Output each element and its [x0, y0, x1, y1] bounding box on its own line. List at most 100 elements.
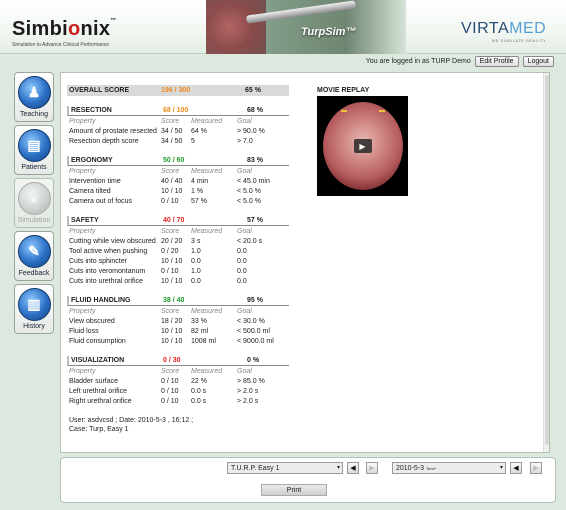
row-score: 10 / 10 [161, 257, 183, 265]
row-score: 10 / 10 [161, 187, 183, 195]
sidebar-item-patients[interactable]: ▤ Patients [14, 125, 54, 175]
scrollbar-thumb[interactable] [545, 75, 549, 445]
section-title: FLUID HANDLING [71, 297, 131, 304]
row-measured: 5 [191, 137, 195, 145]
table-row: Amount of prostate resected 34 / 50 64 % > … [67, 126, 289, 136]
sidebar-item-history[interactable]: ▥ History [14, 284, 54, 334]
row-property: Camera tilted [69, 187, 111, 195]
row-measured: 33 % [191, 317, 207, 325]
row-property: View obscured [69, 317, 115, 325]
case-next-button[interactable]: ▶ [366, 462, 378, 474]
col-measured: Measured [191, 117, 223, 125]
table-row: Cuts into veromontanum 0 / 10 1.0 0.0 [67, 266, 289, 276]
table-row: Camera out of focus 0 / 10 57 % < 5.0 % [67, 196, 289, 206]
table-row: Tool active when pushing 0 / 20 1.0 0.0 [67, 246, 289, 256]
vertical-scrollbar[interactable] [543, 73, 549, 452]
row-goal: < 20.0 s [237, 237, 263, 245]
section-title: SAFETY [71, 217, 99, 224]
row-property: Resection depth score [69, 137, 139, 145]
sidebar-item-label: Teaching [19, 111, 49, 118]
row-measured: 82 ml [191, 327, 209, 335]
column-headers: Property Score Measured Goal [67, 306, 289, 316]
score-section-safety: SAFETY 40 / 70 57 % Property Score Measured Go… [67, 216, 289, 286]
section-title: RESECTION [71, 107, 112, 114]
row-goal: < 5.0 % [237, 197, 261, 205]
logout-button[interactable]: Logout [522, 55, 554, 67]
table-row: Cutting while view obscured 20 / 20 3 s < 2… [67, 236, 289, 246]
col-property: Property [69, 117, 96, 125]
date-prev-button[interactable]: ◀ [510, 462, 522, 474]
header: Simbionix™ Simulation to Advance Clinica… [0, 0, 566, 54]
score-section-visualization: VISUALIZATION 0 / 30 0 % Property Score Measu… [67, 356, 289, 406]
section-score: 50 / 60 [163, 157, 185, 164]
print-button[interactable]: Print [261, 484, 327, 496]
case-prev-button[interactable]: ◀ [347, 462, 359, 474]
teacher-icon: ♟ [17, 76, 51, 109]
row-goal: < 5.0 % [237, 187, 261, 195]
row-measured: 22 % [191, 377, 207, 385]
play-icon[interactable]: ▶ [353, 139, 372, 153]
product-name: TurpSim™ [301, 26, 357, 38]
date-select-suffix: Time* [425, 466, 437, 471]
orifice-marker [340, 110, 347, 114]
edit-profile-button[interactable]: Edit Profile [474, 55, 519, 67]
bottom-bar: T.U.R.P. Easy 1 ▾ ◀ ▶ 2010-5-3 Time* ▾ ◀… [60, 457, 556, 503]
row-property: Amount of prostate resected [69, 127, 157, 135]
score-section-ergonomy: ERGONOMY 50 / 60 83 % Property Score Measured… [67, 156, 289, 206]
date-select-value: 2010-5-3 [396, 465, 425, 472]
section-percent: 68 % [247, 107, 263, 114]
row-measured: 0.0 [191, 257, 201, 265]
row-score: 0 / 10 [161, 387, 179, 395]
partner-name-a: VIRTA [461, 20, 510, 37]
row-score: 10 / 10 [161, 337, 183, 345]
user-bar: You are logged in as TURP Demo Edit Prof… [366, 55, 554, 67]
section-title: ERGONOMY [71, 157, 113, 164]
sidebar-item-simulation[interactable]: ● Simulation [14, 178, 54, 228]
row-property: Left urethral orifice [69, 387, 127, 395]
brand-trademark: ™ [110, 18, 117, 24]
row-score: 20 / 20 [161, 237, 183, 245]
row-property: Fluid consumption [69, 337, 126, 345]
table-row: Fluid consumption 10 / 10 1008 ml < 9000.0 … [67, 336, 289, 346]
sidebar: ♟ Teaching ▤ Patients ● Simulation ✎ Fee… [14, 72, 54, 337]
column-headers: Property Score Measured Goal [67, 116, 289, 126]
row-goal: < 30.0 % [237, 317, 265, 325]
row-score: 34 / 50 [161, 137, 183, 145]
col-score: Score [161, 167, 180, 175]
row-measured: 3 s [191, 237, 201, 245]
row-score: 10 / 10 [161, 277, 183, 285]
sidebar-item-teaching[interactable]: ♟ Teaching [14, 72, 54, 122]
column-headers: Property Score Measured Goal [67, 166, 289, 176]
section-header: RESECTION 68 / 100 68 % [67, 106, 289, 116]
score-section-fluid-handling: FLUID HANDLING 38 / 40 95 % Property Score Me… [67, 296, 289, 346]
partner-name-b: MED [509, 20, 547, 37]
table-row: Cuts into urethral orifice 10 / 10 0.0 0.0 [67, 276, 289, 286]
case-select[interactable]: T.U.R.P. Easy 1 ▾ [227, 462, 343, 474]
chevron-down-icon: ▾ [499, 465, 503, 471]
date-select[interactable]: 2010-5-3 Time* ▾ [392, 462, 506, 474]
row-goal: > 2.0 s [237, 387, 259, 395]
col-measured: Measured [191, 227, 223, 235]
date-next-button[interactable]: ▶ [530, 462, 542, 474]
row-measured: 0.0 s [191, 387, 207, 395]
sidebar-item-label: Simulation [17, 217, 51, 224]
movie-video-player[interactable]: ▶ [317, 96, 408, 196]
product-banner: TurpSim™ [206, 0, 406, 54]
sidebar-item-label: Feedback [18, 270, 50, 277]
col-property: Property [69, 227, 96, 235]
row-property: Cuts into veromontanum [69, 267, 146, 275]
col-measured: Measured [191, 307, 223, 315]
col-measured: Measured [191, 167, 223, 175]
table-row: Left urethral orifice 0 / 10 0.0 s > 2.0 s [67, 386, 289, 396]
logged-in-text: You are logged in as TURP Demo [365, 57, 471, 65]
bar-chart-icon: ▥ [17, 288, 51, 321]
col-score: Score [161, 117, 180, 125]
movie-replay: MOVIE REPLAY ▶ [317, 87, 408, 196]
col-goal: Goal [237, 167, 252, 175]
sidebar-item-feedback[interactable]: ✎ Feedback [14, 231, 54, 281]
row-property: Cuts into urethral orifice [69, 277, 143, 285]
chevron-down-icon: ▾ [336, 465, 340, 471]
row-property: Fluid loss [69, 327, 99, 335]
row-score: 10 / 10 [161, 327, 183, 335]
column-headers: Property Score Measured Goal [67, 366, 289, 376]
